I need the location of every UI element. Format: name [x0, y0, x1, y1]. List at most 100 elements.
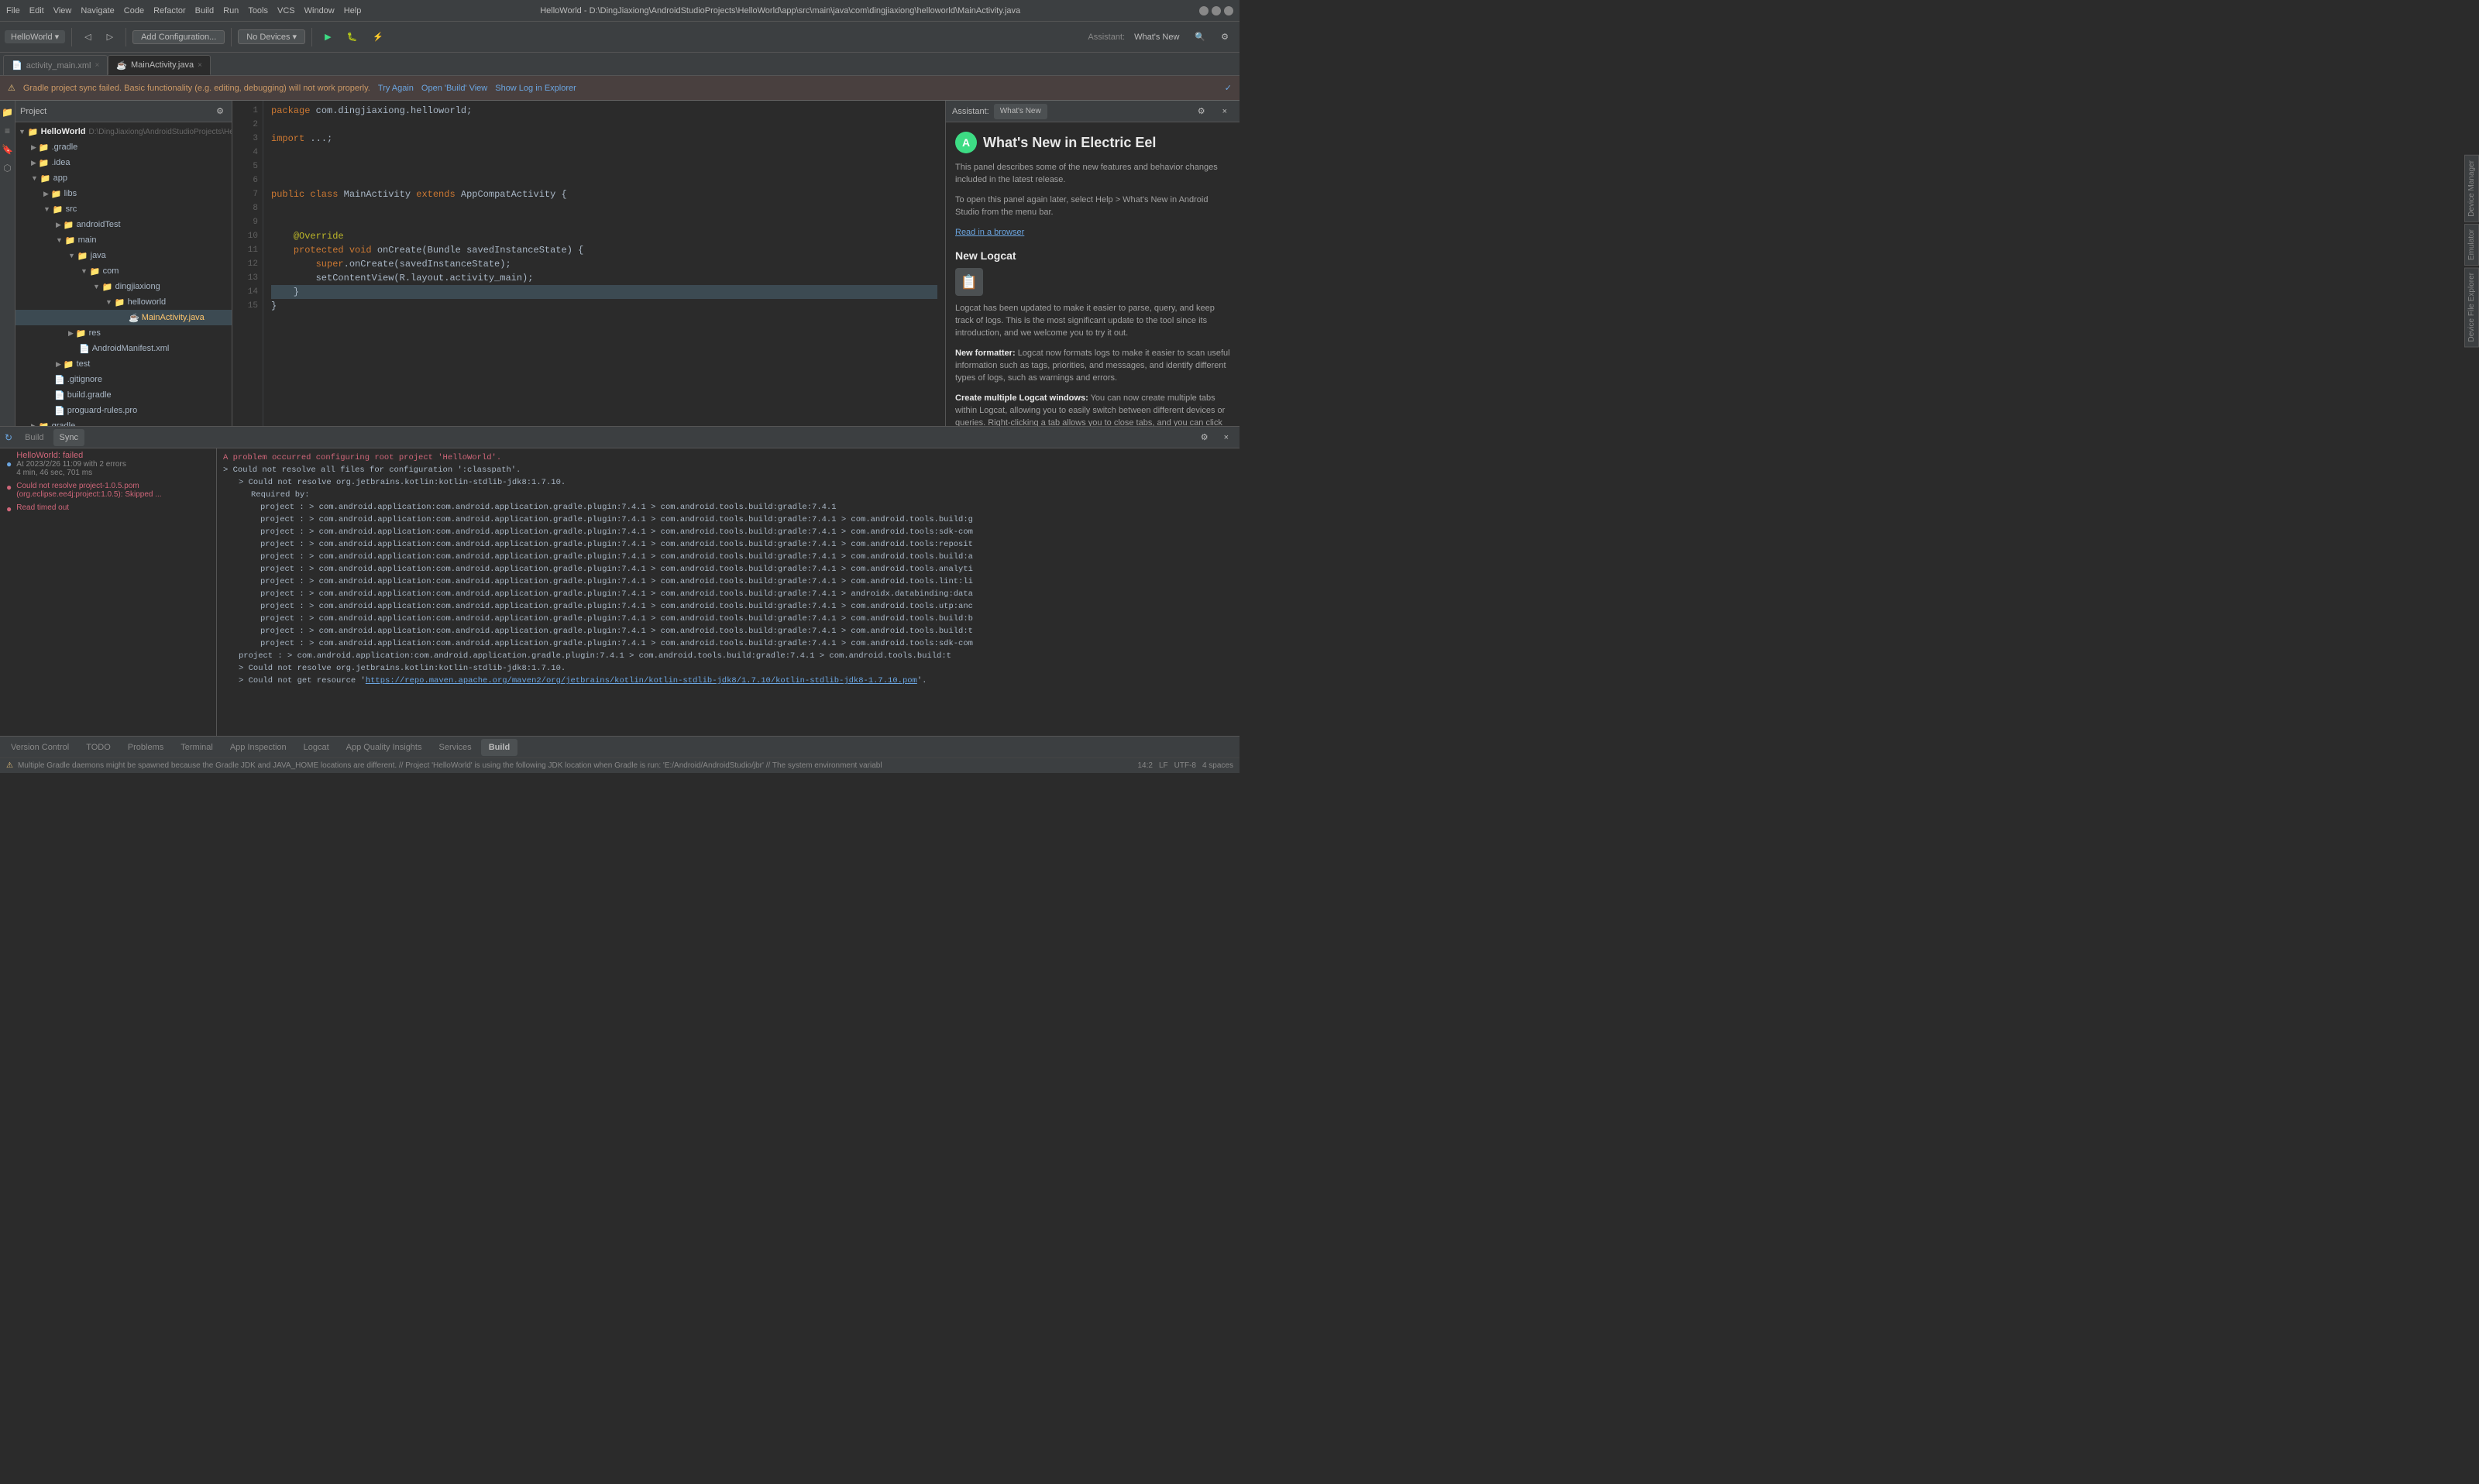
settings-button[interactable]: ⚙	[1215, 26, 1235, 48]
expand-arrow[interactable]: ▶	[56, 360, 61, 369]
no-devices-dropdown[interactable]: No Devices ▾	[238, 29, 305, 44]
emulator-tab[interactable]: Emulator	[2464, 224, 2479, 266]
tree-item-main[interactable]: ▼ 📁 main	[15, 232, 232, 248]
tree-item-libs[interactable]: ▶ 📁 libs	[15, 186, 232, 201]
minimize-button[interactable]	[1199, 6, 1209, 15]
close-button[interactable]	[1224, 6, 1233, 15]
indent-indicator[interactable]: 4 spaces	[1202, 761, 1233, 770]
tree-item-helloworld-pkg[interactable]: ▼ 📁 helloworld	[15, 294, 232, 310]
toolbar-back-button[interactable]: ◁	[78, 26, 97, 48]
expand-arrow[interactable]: ▼	[56, 236, 63, 244]
refresh-icon[interactable]: ↻	[5, 432, 12, 443]
expand-arrow[interactable]: ▶	[31, 422, 36, 427]
whats-new-button[interactable]: What's New	[1128, 26, 1185, 48]
expand-arrow[interactable]: ▼	[93, 283, 100, 290]
run-button[interactable]: ▶	[318, 26, 337, 48]
footer-tab-logcat[interactable]: Logcat	[296, 739, 337, 756]
sidebar-options[interactable]: ⚙	[213, 104, 227, 119]
footer-tab-services[interactable]: Services	[432, 739, 480, 756]
tree-item-dingjiaxiong[interactable]: ▼ 📁 dingjiaxiong	[15, 279, 232, 294]
menu-vcs[interactable]: VCS	[277, 6, 295, 15]
menu-edit[interactable]: Edit	[29, 6, 44, 15]
lf-indicator[interactable]: LF	[1159, 761, 1168, 770]
footer-tab-problems[interactable]: Problems	[120, 739, 171, 756]
code-content[interactable]: package com.dingjiaxiong.helloworld; imp…	[263, 101, 945, 426]
footer-tab-app-quality[interactable]: App Quality Insights	[339, 739, 430, 756]
tree-item-app[interactable]: ▼ 📁 app	[15, 170, 232, 186]
expand-arrow[interactable]: ▼	[19, 128, 26, 136]
search-button[interactable]: 🔍	[1188, 26, 1212, 48]
tree-item-proguard[interactable]: 📄 proguard-rules.pro	[15, 403, 232, 418]
footer-tab-todo[interactable]: TODO	[78, 739, 119, 756]
expand-arrow[interactable]: ▼	[81, 267, 88, 275]
tree-item-gradle-folder[interactable]: ▶ 📁 gradle	[15, 418, 232, 426]
bookmarks-icon[interactable]: 🔖	[2, 144, 14, 156]
footer-tab-app-inspection[interactable]: App Inspection	[222, 739, 294, 756]
project-selector[interactable]: HelloWorld ▾	[5, 30, 65, 43]
structure-icon[interactable]: ≡	[2, 125, 14, 138]
project-panel-icon[interactable]: 📁	[2, 107, 14, 119]
menu-tools[interactable]: Tools	[248, 6, 268, 15]
menu-bar[interactable]: File Edit View Navigate Code Refactor Bu…	[6, 6, 361, 15]
tree-item-src[interactable]: ▼ 📁 src	[15, 201, 232, 217]
expand-arrow[interactable]: ▶	[56, 221, 61, 229]
debug-button[interactable]: 🐛	[341, 26, 364, 48]
device-manager-tab[interactable]: Device Manager	[2464, 155, 2479, 222]
expand-arrow[interactable]: ▼	[68, 252, 75, 259]
profile-button[interactable]: ⚡	[366, 26, 390, 48]
menu-navigate[interactable]: Navigate	[81, 6, 114, 15]
footer-tab-build[interactable]: Build	[481, 739, 518, 756]
tree-item-gradle[interactable]: ▶ 📁 .gradle	[15, 139, 232, 155]
tree-item-idea[interactable]: ▶ 📁 .idea	[15, 155, 232, 170]
menu-code[interactable]: Code	[124, 6, 144, 15]
build-panel-settings[interactable]: ⚙	[1195, 430, 1215, 445]
window-controls[interactable]	[1199, 6, 1233, 15]
try-again-button[interactable]: Try Again	[378, 84, 414, 93]
whats-new-tab[interactable]: What's New	[994, 104, 1047, 119]
sync-tab[interactable]: Sync	[53, 429, 84, 446]
device-file-explorer-tab[interactable]: Device File Explorer	[2464, 267, 2479, 347]
code-editor[interactable]: 1 2 3 4 5 6 7 8 9 10 11 12 13 14 15 pack…	[232, 101, 945, 426]
tab-xml-close[interactable]: ×	[95, 61, 99, 70]
build-error-item-2[interactable]: ● Read timed out	[0, 501, 216, 517]
tree-item-res[interactable]: ▶ 📁 res	[15, 325, 232, 341]
tree-item-java[interactable]: ▼ 📁 java	[15, 248, 232, 263]
tree-item-androidtest[interactable]: ▶ 📁 androidTest	[15, 217, 232, 232]
expand-arrow[interactable]: ▶	[31, 159, 36, 167]
expand-arrow[interactable]: ▼	[43, 205, 50, 213]
tree-item-build-gradle[interactable]: 📄 build.gradle	[15, 387, 232, 403]
tab-java-close[interactable]: ×	[198, 61, 202, 70]
maximize-button[interactable]	[1212, 6, 1221, 15]
build-panel-close[interactable]: ×	[1218, 430, 1235, 445]
tree-item-gitignore[interactable]: 📄 .gitignore	[15, 372, 232, 387]
encoding-indicator[interactable]: UTF-8	[1174, 761, 1196, 770]
footer-tab-version-control[interactable]: Version Control	[3, 739, 77, 756]
toolbar-forward-button[interactable]: ▷	[101, 26, 119, 48]
add-configuration-button[interactable]: Add Configuration...	[132, 30, 225, 44]
menu-run[interactable]: Run	[223, 6, 239, 15]
tree-item-test[interactable]: ▶ 📁 test	[15, 356, 232, 372]
cursor-position[interactable]: 14:2	[1137, 761, 1152, 770]
assistant-settings[interactable]: ⚙	[1191, 104, 1212, 119]
open-build-button[interactable]: Open 'Build' View	[421, 84, 487, 93]
menu-file[interactable]: File	[6, 6, 20, 15]
menu-window[interactable]: Window	[304, 6, 335, 15]
tree-item-com[interactable]: ▼ 📁 com	[15, 263, 232, 279]
expand-arrow[interactable]: ▼	[105, 298, 112, 306]
tab-main-activity-java[interactable]: ☕ MainActivity.java ×	[108, 55, 211, 75]
tree-item-androidmanifest[interactable]: 📄 AndroidManifest.xml	[15, 341, 232, 356]
expand-arrow[interactable]: ▶	[68, 329, 74, 338]
footer-tab-terminal[interactable]: Terminal	[173, 739, 221, 756]
build-variants-icon[interactable]: ⬡	[2, 163, 14, 175]
expand-arrow[interactable]: ▶	[31, 143, 36, 152]
menu-refactor[interactable]: Refactor	[153, 6, 186, 15]
menu-build[interactable]: Build	[195, 6, 214, 15]
menu-help[interactable]: Help	[344, 6, 362, 15]
output-link[interactable]: https://repo.maven.apache.org/maven2/org…	[366, 676, 917, 685]
menu-view[interactable]: View	[53, 6, 72, 15]
read-in-browser-link[interactable]: Read in a browser	[955, 226, 1230, 239]
build-sync-header-item[interactable]: ● HelloWorld: failed At 2023/2/26 11:09 …	[0, 448, 216, 479]
tree-item-mainactivity[interactable]: ☕ MainActivity.java	[15, 310, 232, 325]
assistant-close[interactable]: ×	[1216, 104, 1233, 119]
tree-item-helloworld[interactable]: ▼ 📁 HelloWorld D:\DingJiaxiong\AndroidSt…	[15, 124, 232, 139]
